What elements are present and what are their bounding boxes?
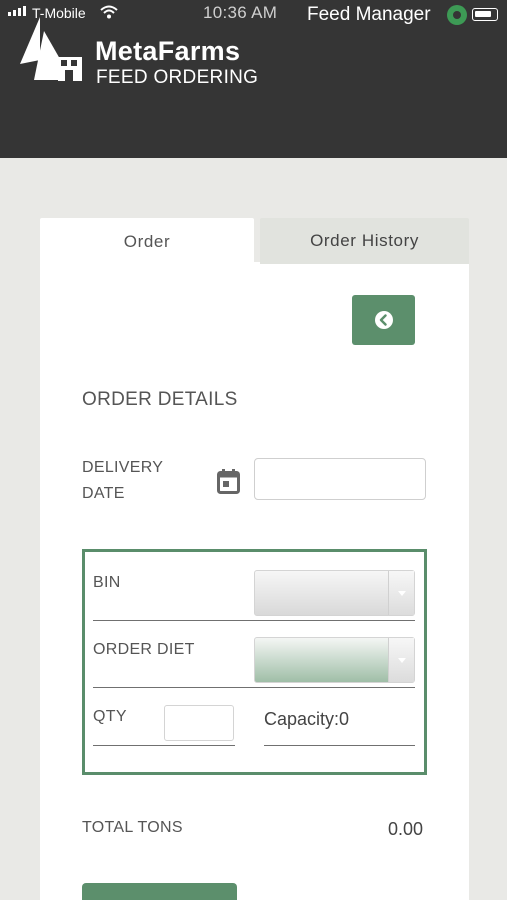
back-button[interactable] — [352, 295, 415, 345]
delivery-date-input[interactable] — [254, 458, 426, 500]
submit-button[interactable] — [82, 883, 237, 900]
total-tons-label: TOTAL TONS — [82, 819, 183, 836]
sail-logo-icon — [20, 17, 82, 81]
divider — [93, 687, 415, 688]
total-tons-value: 0.00 — [388, 819, 424, 839]
calendar-icon[interactable] — [217, 469, 240, 494]
status-time: 10:36 AM — [203, 3, 278, 22]
arrow-left-circle-icon — [374, 311, 393, 329]
delivery-date-label: DELIVERY DATE — [82, 459, 163, 502]
tab-order-history[interactable]: Order History — [260, 218, 469, 264]
order-diet-select[interactable] — [254, 637, 415, 683]
app-header: T-Mobile 10:36 AM Feed Manager MetaFarms… — [0, 0, 507, 158]
qty-input[interactable] — [164, 705, 234, 741]
status-app-name: Feed Manager — [307, 4, 431, 25]
brand-subtitle: FEED ORDERING — [96, 67, 259, 88]
wifi-icon — [100, 5, 118, 19]
qty-label: QTY — [93, 708, 127, 725]
battery-icon — [472, 8, 498, 21]
capacity-text: Capacity:0 — [264, 709, 350, 729]
chevron-down-icon — [388, 638, 414, 682]
chevron-down-icon — [388, 571, 414, 615]
bin-label: BIN — [93, 574, 121, 591]
brand-name: MetaFarms — [95, 36, 241, 66]
signal-icon — [8, 6, 26, 16]
bin-select[interactable] — [254, 570, 415, 616]
order-details-title: ORDER DETAILS — [82, 389, 238, 410]
divider — [264, 745, 415, 746]
divider — [93, 745, 235, 746]
order-diet-label: ORDER DIET — [93, 641, 195, 658]
tab-order[interactable]: Order — [40, 218, 254, 266]
app-icon — [447, 5, 467, 25]
divider — [93, 620, 415, 621]
